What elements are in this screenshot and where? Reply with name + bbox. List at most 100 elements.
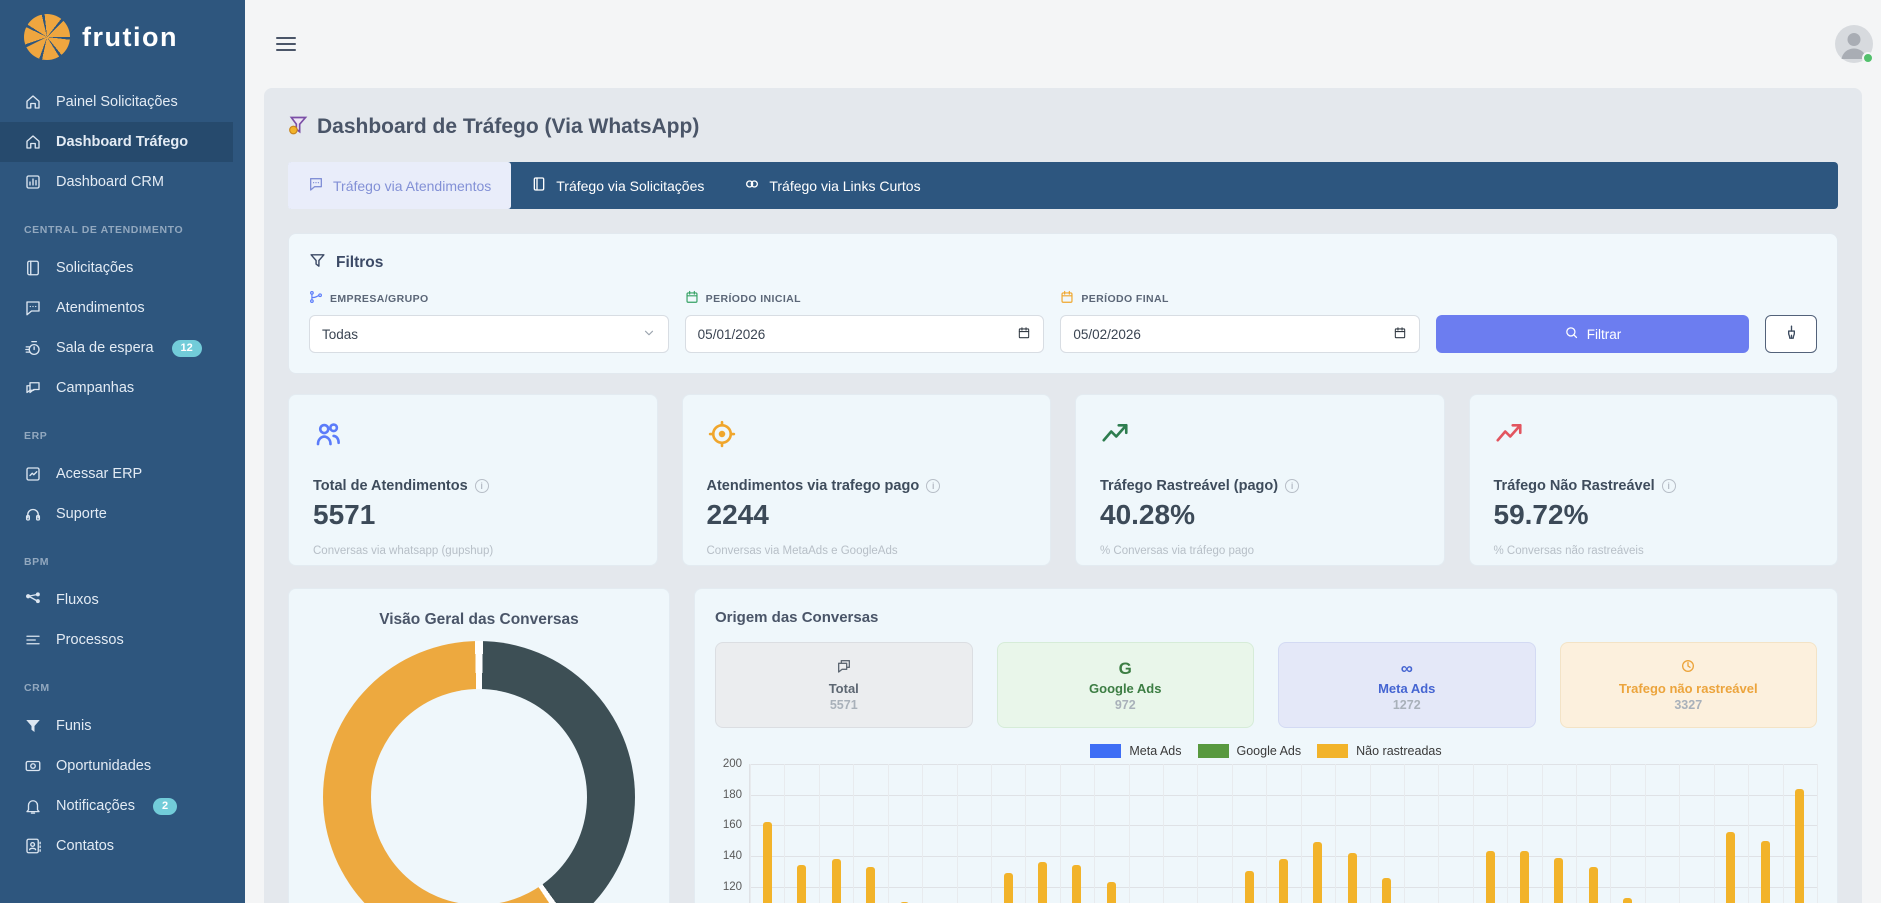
stat-subtitle: % Conversas via tráfego pago — [1100, 545, 1420, 557]
date-picker-icon — [1017, 326, 1031, 343]
chevron-down-icon — [642, 326, 656, 343]
bar — [1486, 851, 1495, 903]
info-icon: i — [475, 479, 489, 493]
origin-card[interactable]: ∞Meta Ads1272 — [1278, 642, 1536, 728]
sidebar-item[interactable]: Sala de espera12 — [0, 328, 245, 368]
legend-item[interactable]: Google Ads — [1198, 744, 1302, 758]
sidebar-item[interactable]: Dashboard CRM — [0, 162, 245, 202]
trend-up-icon — [1100, 436, 1130, 453]
sidebar-item[interactable]: Painel Solicitações — [0, 82, 245, 122]
search-icon — [1564, 325, 1579, 343]
sidebar-item[interactable]: Dashboard Tráfego — [0, 122, 233, 162]
filtrar-button[interactable]: Filtrar — [1436, 315, 1749, 353]
donut-title: Visão Geral das Conversas — [309, 611, 649, 629]
gridline — [1404, 764, 1405, 903]
gridline — [1645, 764, 1646, 903]
gridline — [1576, 764, 1577, 903]
origin-label: Meta Ads — [1378, 681, 1435, 696]
gridline — [991, 764, 992, 903]
charts-row: Visão Geral das Conversas Origem das Con… — [288, 588, 1838, 903]
gridline — [1610, 764, 1611, 903]
sidebar-item[interactable]: Oportunidades — [0, 746, 245, 786]
bar — [1245, 871, 1254, 903]
field-value: Todas — [322, 327, 358, 342]
calendar-icon — [1060, 290, 1074, 307]
tab[interactable]: Tráfego via Atendimentos — [288, 162, 511, 209]
content-panel: Dashboard de Tráfego (Via WhatsApp) Tráf… — [264, 88, 1862, 903]
page-title: Dashboard de Tráfego (Via WhatsApp) — [317, 115, 699, 139]
user-avatar[interactable] — [1835, 25, 1873, 63]
link-icon — [744, 176, 760, 195]
sidebar-item-label: Funis — [56, 718, 91, 734]
main-area: Dashboard de Tráfego (Via WhatsApp) Tráf… — [245, 0, 1881, 903]
legend-item[interactable]: Meta Ads — [1090, 744, 1181, 758]
y-tick-label: 140 — [723, 850, 742, 862]
sidebar-item[interactable]: Solicitações — [0, 248, 245, 288]
legend-label: Não rastreadas — [1356, 744, 1441, 758]
gridline — [1507, 764, 1508, 903]
bar — [1038, 862, 1047, 903]
tab-label: Tráfego via Solicitações — [556, 178, 704, 194]
stopwatch-icon — [24, 339, 42, 357]
gridline — [1748, 764, 1749, 903]
sidebar-item[interactable]: Atendimentos — [0, 288, 245, 328]
gridline — [1232, 764, 1233, 903]
date-input[interactable]: 05/02/2026 — [1060, 315, 1420, 353]
sidebar-item-label: Processos — [56, 632, 124, 648]
origin-card[interactable]: Trafego não rastreável3327 — [1560, 642, 1818, 728]
sidebar-item-label: Oportunidades — [56, 758, 151, 774]
legend-item[interactable]: Não rastreadas — [1317, 744, 1441, 758]
bar — [1348, 853, 1357, 903]
info-icon: i — [1662, 479, 1676, 493]
field-value: 05/01/2026 — [698, 327, 766, 342]
bar — [832, 859, 841, 903]
home-icon — [24, 133, 42, 151]
sidebar-item[interactable]: Notificações2 — [0, 786, 245, 826]
menu-toggle-icon[interactable] — [276, 33, 296, 55]
money-icon — [24, 757, 42, 775]
origin-card[interactable]: GGoogle Ads972 — [997, 642, 1255, 728]
y-tick-label: 120 — [723, 881, 742, 893]
bar — [1004, 873, 1013, 903]
sidebar-item[interactable]: Contatos — [0, 826, 245, 866]
sidebar-item-label: Notificações — [56, 798, 135, 814]
bar-chart: 200180160140120 — [715, 764, 1817, 903]
tab[interactable]: Tráfego via Links Curtos — [724, 162, 940, 209]
chat-square-icon — [836, 658, 852, 679]
sidebar-item-label: Sala de espera — [56, 340, 154, 356]
funnel-icon — [24, 717, 42, 735]
sidebar-item[interactable]: Acessar ERP — [0, 454, 245, 494]
gridline — [1370, 764, 1371, 903]
chats-icon — [24, 379, 42, 397]
date-input[interactable]: 05/01/2026 — [685, 315, 1045, 353]
y-tick-label: 180 — [723, 789, 742, 801]
bar — [866, 867, 875, 903]
bar — [1554, 858, 1563, 903]
stat-title: Atendimentos via trafego pagoi — [707, 478, 1027, 494]
gridline — [784, 764, 785, 903]
gridline — [1301, 764, 1302, 903]
origin-value: 1272 — [1393, 698, 1421, 712]
tab[interactable]: Tráfego via Solicitações — [511, 162, 724, 209]
calendar-icon — [685, 290, 699, 307]
filter-field: PERÍODO FINAL05/02/2026 — [1060, 290, 1420, 353]
sidebar-item[interactable]: Fluxos — [0, 580, 245, 620]
origin-card[interactable]: Total5571 — [715, 642, 973, 728]
gridline — [750, 795, 1817, 796]
sidebar-item[interactable]: Suporte — [0, 494, 245, 534]
book-icon — [24, 259, 42, 277]
flow-icon — [24, 591, 42, 609]
origin-value: 972 — [1115, 698, 1136, 712]
sidebar-item[interactable]: Campanhas — [0, 368, 245, 408]
sidebar-item-label: Campanhas — [56, 380, 134, 396]
sidebar-item[interactable]: Processos — [0, 620, 245, 660]
legend-swatch — [1317, 744, 1348, 758]
gridline — [1783, 764, 1784, 903]
sidebar-item[interactable]: Funis — [0, 706, 245, 746]
document-icon — [531, 176, 547, 195]
gridline — [1438, 764, 1439, 903]
stat-subtitle: % Conversas não rastreáveis — [1494, 545, 1814, 557]
stat-card: Total de Atendimentosi5571Conversas via … — [288, 394, 658, 566]
clear-filters-button[interactable] — [1765, 315, 1817, 353]
select-input[interactable]: Todas — [309, 315, 669, 353]
